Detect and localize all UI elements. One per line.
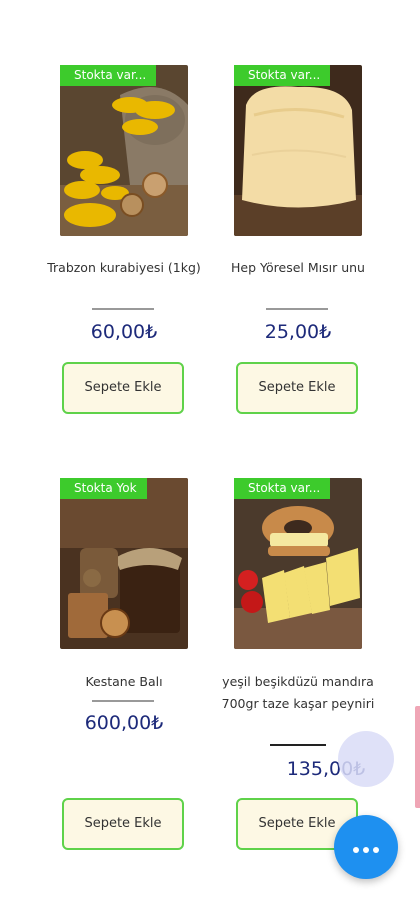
stock-badge: Stokta var... [234, 478, 331, 499]
product-name[interactable]: Trabzon kurabiyesi (1kg) [42, 257, 206, 279]
divider [266, 308, 328, 310]
divider [92, 700, 154, 702]
side-tab[interactable] [415, 706, 420, 808]
kashar-cheese-image[interactable] [234, 478, 362, 649]
divider [92, 308, 154, 310]
product-name[interactable]: yeşil beşikdüzü mandıra 700gr taze kaşar… [216, 671, 380, 715]
product-name[interactable]: Kestane Balı [42, 671, 206, 693]
divider [270, 744, 326, 746]
stock-badge: Stokta var... [234, 65, 331, 86]
product-name[interactable]: Hep Yöresel Mısır unu [216, 257, 380, 279]
stock-badge: Stokta var... [60, 65, 157, 86]
add-to-cart-button[interactable]: Sepete Ekle [236, 362, 358, 414]
more-dots-icon [351, 838, 381, 857]
add-to-cart-button[interactable]: Sepete Ekle [62, 362, 184, 414]
product-price: 25,00₺ [264, 321, 332, 343]
cookies-image[interactable] [60, 65, 188, 236]
floating-bubble[interactable] [338, 731, 394, 787]
corn-flour-image[interactable] [234, 65, 362, 236]
product-price: 600,00₺ [84, 712, 164, 734]
add-to-cart-button[interactable]: Sepete Ekle [62, 798, 184, 850]
stock-badge: Stokta Yok [60, 478, 147, 499]
chestnut-honey-image[interactable] [60, 478, 188, 649]
product-price: 60,00₺ [90, 321, 158, 343]
more-button[interactable] [334, 815, 398, 879]
